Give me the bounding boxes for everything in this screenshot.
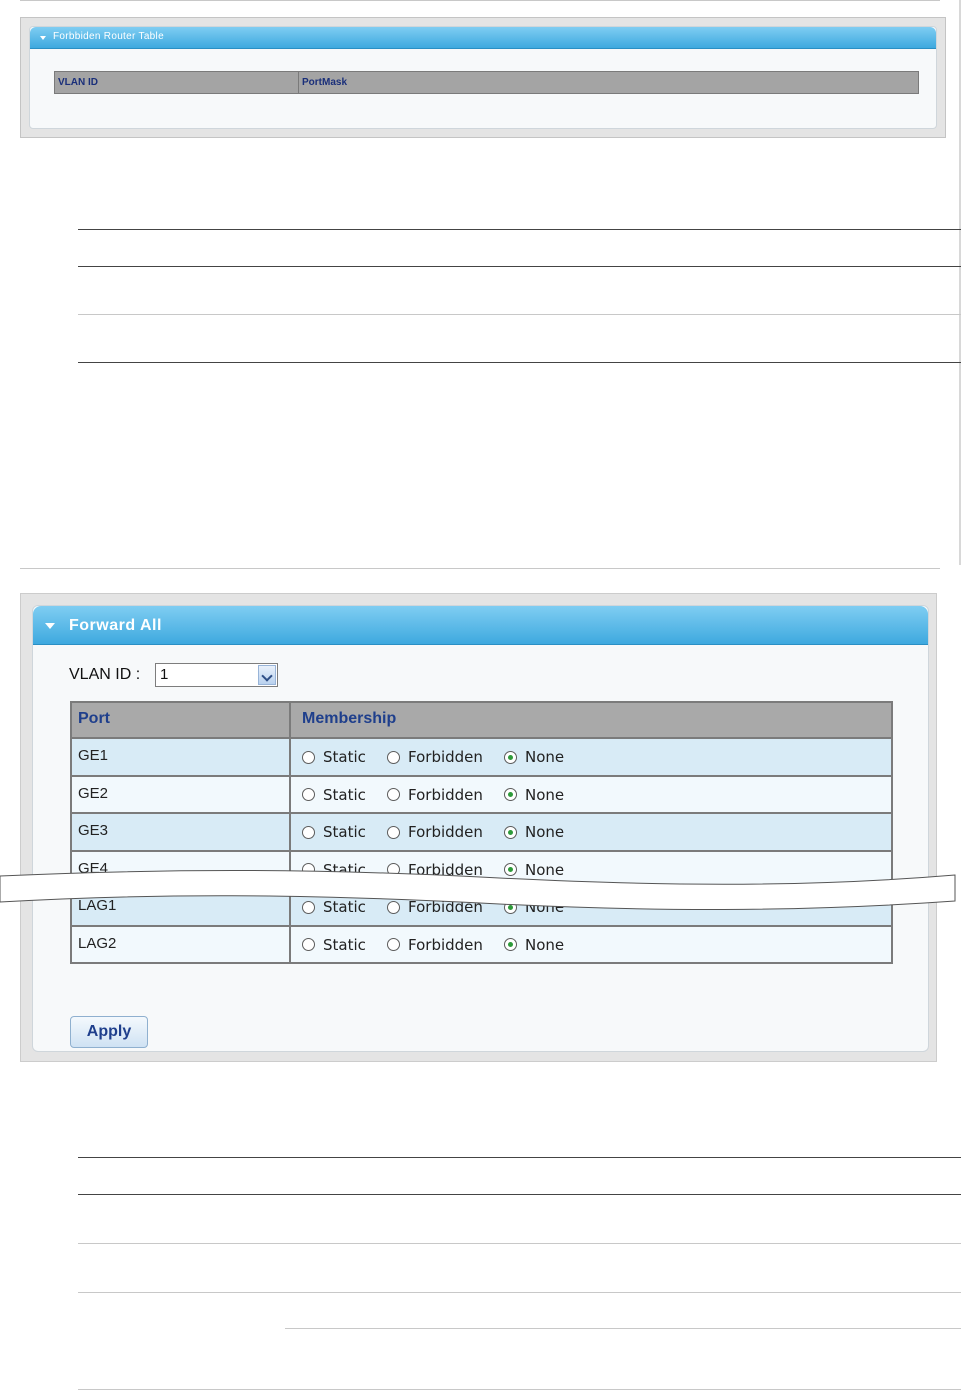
radio-checked-icon[interactable]: [504, 938, 517, 951]
port-name: LAG2: [72, 926, 291, 962]
column-header-vlan-id: VLAN ID: [55, 72, 299, 93]
radio-label: Forbidden: [408, 935, 483, 954]
table-rule: [78, 266, 961, 267]
radio-unchecked-icon[interactable]: [302, 750, 315, 764]
membership-options: Static Forbidden None: [291, 739, 891, 775]
page-rule: [20, 568, 940, 569]
radio-static[interactable]: Static: [302, 748, 366, 766]
table-row: GE3 Static Forbidden None: [72, 812, 891, 850]
table-header-row: Port Membership: [72, 703, 891, 737]
table-rule: [285, 1328, 961, 1329]
apply-button[interactable]: Apply: [70, 1016, 148, 1048]
radio-unchecked-icon[interactable]: [302, 788, 315, 801]
radio-label: None: [525, 935, 565, 954]
page-rule: [20, 0, 940, 1]
radio-static[interactable]: Static: [302, 936, 366, 954]
table-rule: [78, 229, 961, 230]
port-name: GE1: [72, 739, 291, 775]
panel-header[interactable]: Forward All: [33, 606, 928, 645]
panel-header[interactable]: Forbbiden Router Table: [30, 27, 936, 49]
table-row: GE1 Static Forbidden None: [72, 737, 891, 775]
column-header-portmask: PortMask: [302, 77, 348, 88]
radio-checked-icon[interactable]: [504, 788, 517, 801]
page-break-divider: [0, 870, 956, 911]
forbidden-router-table: VLAN ID PortMask: [54, 71, 919, 94]
panel-title: Forbbiden Router Table: [53, 31, 164, 42]
radio-label: Forbidden: [408, 748, 483, 766]
radio-label: Forbidden: [408, 823, 483, 841]
table-row: LAG2 Static Forbidden None: [72, 924, 891, 963]
panel-body: Forbbiden Router Table VLAN ID PortMask: [29, 26, 937, 129]
membership-options: Static Forbidden None: [291, 814, 891, 850]
vlan-id-label: VLAN ID :: [69, 666, 141, 683]
forbidden-router-panel: Forbbiden Router Table VLAN ID PortMask: [20, 17, 946, 138]
radio-label: Static: [323, 748, 366, 766]
radio-unchecked-icon[interactable]: [302, 938, 315, 951]
forward-all-panel: Forward All VLAN ID : 1 Port Membership …: [20, 593, 937, 1062]
collapse-triangle-icon[interactable]: [40, 36, 46, 40]
vlan-id-select[interactable]: 1: [155, 663, 278, 687]
membership-options: Static Forbidden None: [291, 777, 891, 813]
radio-forbidden[interactable]: Forbidden: [387, 936, 483, 954]
chevron-down-icon[interactable]: [258, 665, 276, 685]
radio-label: None: [525, 823, 565, 841]
radio-none[interactable]: None: [504, 748, 564, 766]
membership-options: Static Forbidden None: [291, 927, 891, 963]
radio-static[interactable]: Static: [302, 786, 366, 804]
radio-label: Forbidden: [408, 785, 483, 804]
radio-forbidden[interactable]: Forbidden: [387, 748, 483, 766]
collapse-triangle-icon[interactable]: [45, 623, 55, 629]
radio-label: Static: [323, 823, 366, 841]
column-header-port: Port: [72, 703, 291, 737]
radio-unchecked-icon[interactable]: [302, 825, 315, 839]
radio-unchecked-icon[interactable]: [387, 825, 400, 839]
radio-unchecked-icon[interactable]: [387, 788, 400, 801]
membership-table: Port Membership GE1 Static Forbidden None GE…: [70, 701, 893, 964]
radio-checked-icon[interactable]: [504, 825, 517, 839]
table-row: GE2 Static Forbidden None: [72, 774, 891, 813]
radio-unchecked-icon[interactable]: [387, 750, 400, 764]
radio-none[interactable]: None: [504, 823, 564, 841]
radio-unchecked-icon[interactable]: [387, 938, 400, 951]
radio-static[interactable]: Static: [302, 823, 366, 841]
panel-title: Forward All: [69, 617, 162, 634]
radio-label: Static: [323, 785, 366, 804]
radio-forbidden[interactable]: Forbidden: [387, 786, 483, 804]
panel-body: Forward All VLAN ID : 1 Port Membership …: [32, 605, 929, 1052]
table-rule: [78, 1292, 961, 1293]
column-header-membership: Membership: [302, 710, 397, 727]
table-rule: [78, 1194, 961, 1195]
table-rule: [78, 314, 961, 315]
radio-label: Static: [323, 935, 366, 954]
table-rule: [78, 1157, 961, 1158]
radio-label: None: [525, 785, 565, 804]
radio-none[interactable]: None: [504, 786, 564, 804]
radio-forbidden[interactable]: Forbidden: [387, 823, 483, 841]
radio-none[interactable]: None: [504, 936, 564, 954]
vlan-id-value: 1: [160, 666, 169, 683]
radio-checked-icon[interactable]: [504, 750, 517, 764]
port-name: GE2: [72, 776, 291, 812]
port-name: GE3: [72, 814, 291, 850]
table-rule: [78, 1243, 961, 1244]
table-rule: [78, 362, 961, 363]
radio-label: None: [525, 748, 565, 766]
